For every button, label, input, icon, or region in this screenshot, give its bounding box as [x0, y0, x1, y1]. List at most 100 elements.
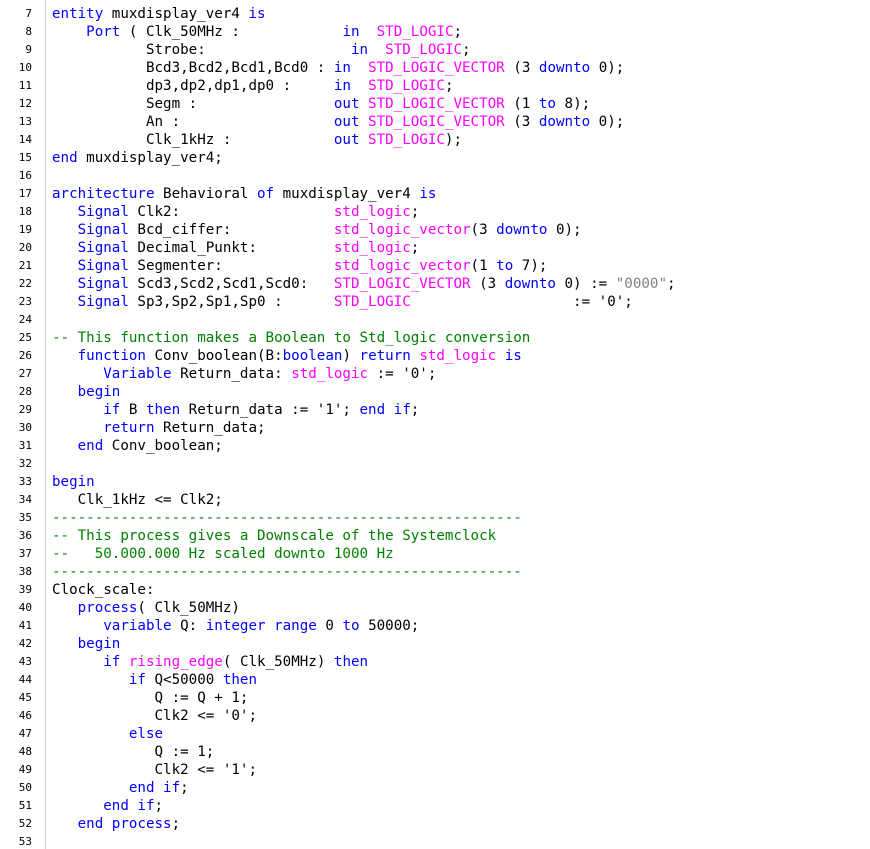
code-line[interactable]: 16	[0, 167, 870, 185]
keyword-token: to	[496, 258, 514, 274]
code-line[interactable]: 33 begin	[0, 473, 870, 491]
code-line[interactable]: 24	[0, 311, 870, 329]
code-line[interactable]: 17 architecture Behavioral of muxdisplay_…	[0, 185, 870, 203]
code-line[interactable]: 8 Port ( Clk_50MHz : in STD_LOGIC;	[0, 23, 870, 41]
code-line[interactable]: 29 if B then Return_data := '1'; end if;	[0, 401, 870, 419]
code-line[interactable]: 11 dp3,dp2,dp1,dp0 : in STD_LOGIC;	[0, 77, 870, 95]
line-number: 23	[18, 295, 32, 308]
line-code: if Q<50000 then	[52, 671, 257, 689]
text-token: Strobe:	[52, 42, 351, 58]
code-line[interactable]: 46 Clk2 <= '0';	[0, 707, 870, 725]
code-line[interactable]: 27 Variable Return_data: std_logic := '0…	[0, 365, 870, 383]
code-line[interactable]: 7 entity muxdisplay_ver4 is	[0, 5, 870, 23]
keyword-token: in	[333, 78, 351, 94]
code-editor[interactable]: 7 entity muxdisplay_ver4 is 8 Port ( Clk_5…	[0, 0, 870, 849]
code-line[interactable]: 21 Signal Segmenter: std_logic_vector(1 …	[0, 257, 870, 275]
code-line[interactable]: 42 begin	[0, 635, 870, 653]
type-token: STD_LOGIC	[376, 24, 454, 40]
code-line[interactable]: 38 --------------------------------------…	[0, 563, 870, 581]
line-number: 10	[18, 61, 32, 74]
type-token: STD_LOGIC	[385, 42, 463, 58]
text-token: Behavioral	[154, 186, 257, 202]
code-line[interactable]: 9 Strobe: in STD_LOGIC;	[0, 41, 870, 59]
code-line[interactable]: 34 Clk_1kHz <= Clk2;	[0, 491, 870, 509]
code-line[interactable]: 37 -- 50.000.000 Hz scaled downto 1000 Hz	[0, 545, 870, 563]
code-line[interactable]: 26 function Conv_boolean(B:boolean) retu…	[0, 347, 870, 365]
line-number: 9	[25, 43, 32, 56]
code-line[interactable]: 13 An : out STD_LOGIC_VECTOR (3 downto 0…	[0, 113, 870, 131]
code-line[interactable]: 12 Segm : out STD_LOGIC_VECTOR (1 to 8);	[0, 95, 870, 113]
line-number: 29	[18, 403, 32, 416]
keyword-token: if	[103, 402, 121, 418]
keyword-token: Signal	[77, 294, 129, 310]
code-line[interactable]: 36 -- This process gives a Downscale of t…	[0, 527, 870, 545]
line-number: 37	[18, 547, 32, 560]
keyword-token: integer range	[205, 618, 317, 634]
code-line[interactable]: 48 Q := 1;	[0, 743, 870, 761]
code-line[interactable]: 22 Signal Scd3,Scd2,Scd1,Scd0: STD_LOGIC…	[0, 275, 870, 293]
code-line[interactable]: 10 Bcd3,Bcd2,Bcd1,Bcd0 : in STD_LOGIC_VE…	[0, 59, 870, 77]
code-line[interactable]: 20 Signal Decimal_Punkt: std_logic;	[0, 239, 870, 257]
line-number: 38	[18, 565, 32, 578]
text-token: ;	[410, 240, 420, 256]
line-code: Clk_1kHz <= Clk2;	[52, 491, 223, 509]
text-token: ;	[453, 24, 463, 40]
type-token: std_logic	[333, 204, 411, 220]
code-line[interactable]: 52 end process;	[0, 815, 870, 833]
keyword-token: out	[333, 132, 360, 148]
code-line[interactable]: 45 Q := Q + 1;	[0, 689, 870, 707]
text-token: Q<50000	[145, 672, 223, 688]
code-line[interactable]: 18 Signal Clk2: std_logic;	[0, 203, 870, 221]
text-token: 8);	[555, 96, 591, 112]
line-number: 20	[18, 241, 32, 254]
code-line[interactable]: 49 Clk2 <= '1';	[0, 761, 870, 779]
code-line[interactable]: 39 Clock_scale:	[0, 581, 870, 599]
code-line[interactable]: 28 begin	[0, 383, 870, 401]
text-token: Clk2 <= '1';	[52, 762, 257, 778]
code-line[interactable]: 32	[0, 455, 870, 473]
line-code: end muxdisplay_ver4;	[52, 149, 223, 167]
code-line[interactable]: 30 return Return_data;	[0, 419, 870, 437]
line-number: 47	[18, 727, 32, 740]
keyword-token: end if	[128, 780, 181, 796]
keyword-token: else	[128, 726, 164, 742]
code-line[interactable]: 23 Signal Sp3,Sp2,Sp1,Sp0 : STD_LOGIC :=…	[0, 293, 870, 311]
keyword-token: begin	[77, 384, 121, 400]
code-line[interactable]: 41 variable Q: integer range 0 to 50000;	[0, 617, 870, 635]
line-number: 22	[18, 277, 32, 290]
code-line[interactable]: 50 end if;	[0, 779, 870, 797]
code-line[interactable]: 25 -- This function makes a Boolean to St…	[0, 329, 870, 347]
text-token: := '0';	[410, 294, 633, 310]
code-line[interactable]: 47 else	[0, 725, 870, 743]
code-line[interactable]: 31 end Conv_boolean;	[0, 437, 870, 455]
code-line[interactable]: 19 Signal Bcd_ciffer: std_logic_vector(3…	[0, 221, 870, 239]
code-line[interactable]: 44 if Q<50000 then	[0, 671, 870, 689]
line-number: 26	[18, 349, 32, 362]
text-token: ;	[444, 78, 454, 94]
code-line[interactable]: 14 Clk_1kHz : out STD_LOGIC);	[0, 131, 870, 149]
code-line[interactable]: 40 process( Clk_50MHz)	[0, 599, 870, 617]
text-token: (3	[504, 60, 539, 76]
line-number: 51	[18, 799, 32, 812]
code-line[interactable]: 43 if rising_edge( Clk_50MHz) then	[0, 653, 870, 671]
code-line[interactable]: 51 end if;	[0, 797, 870, 815]
line-number: 48	[18, 745, 32, 758]
keyword-token: begin	[52, 474, 95, 490]
code-line[interactable]: 35 --------------------------------------…	[0, 509, 870, 527]
text-token: dp3,dp2,dp1,dp0 :	[52, 78, 334, 94]
text-token: B	[120, 402, 146, 418]
line-code: Q := 1;	[52, 743, 214, 761]
line-number: 42	[18, 637, 32, 650]
line-number: 49	[18, 763, 32, 776]
keyword-token: boolean	[282, 348, 343, 364]
keyword-token: Port	[86, 24, 121, 40]
code-line[interactable]: 53	[0, 833, 870, 849]
code-line[interactable]: 15 end muxdisplay_ver4;	[0, 149, 870, 167]
